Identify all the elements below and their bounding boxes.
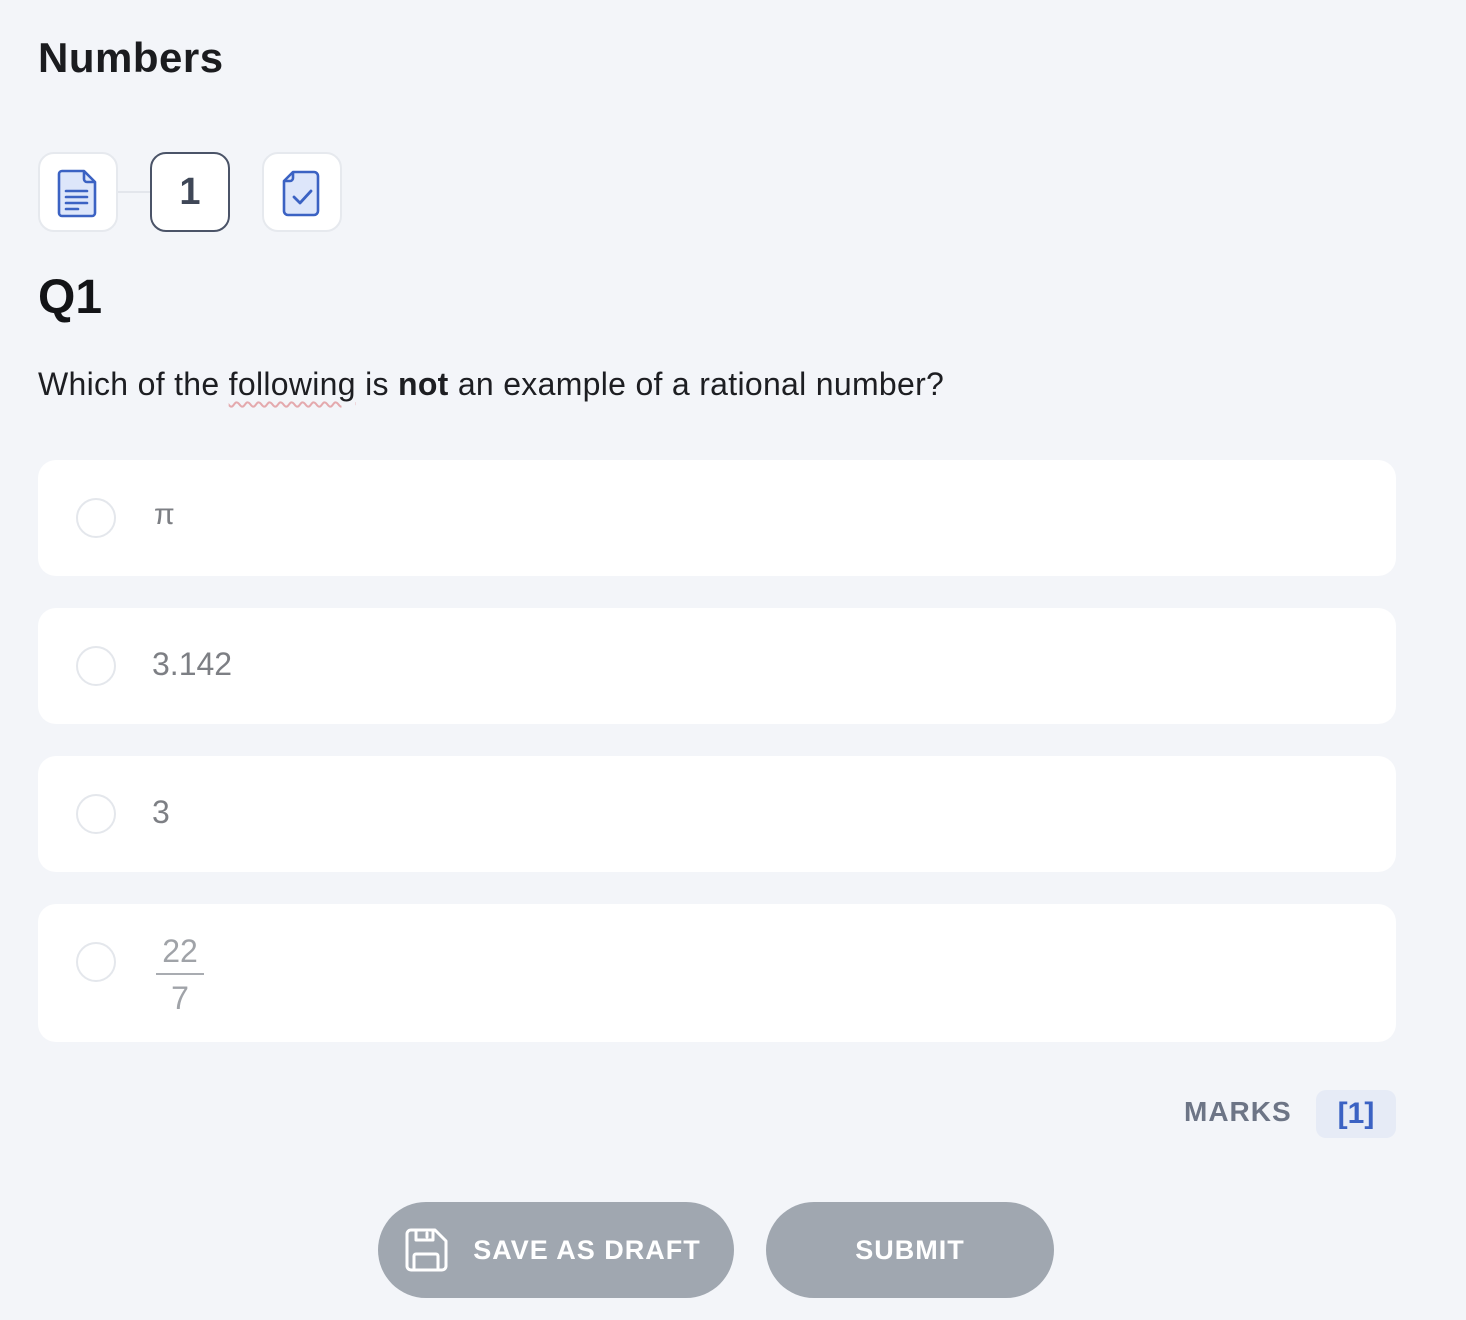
question-text-part: an example of a rational number?: [448, 366, 945, 402]
fraction-bar: [156, 973, 204, 975]
clipboard-check-icon: [282, 170, 320, 217]
step-review[interactable]: [262, 152, 342, 232]
radio-button[interactable]: [76, 794, 116, 834]
save-as-draft-label: SAVE AS DRAFT: [473, 1234, 701, 1265]
step-number: 1: [179, 170, 201, 213]
option-label: π: [154, 498, 175, 531]
page-title: Numbers: [38, 34, 224, 81]
radio-button[interactable]: [76, 942, 116, 982]
step-instructions[interactable]: [38, 152, 118, 232]
question-text-part: Which of the: [38, 366, 229, 402]
question-number: Q1: [38, 271, 103, 324]
step-question-1[interactable]: 1: [150, 152, 230, 232]
document-icon: [57, 169, 97, 218]
answer-option-pi[interactable]: π: [38, 460, 1396, 576]
fraction: 22 7: [156, 932, 204, 1017]
submit-button[interactable]: SUBMIT: [766, 1202, 1054, 1298]
option-label: 3: [152, 794, 170, 830]
question-emphasis: not: [397, 366, 449, 402]
assessment-page: Numbers 1 Q1 Which of the following is n…: [0, 0, 1466, 1320]
save-icon: [405, 1228, 448, 1272]
save-as-draft-button[interactable]: SAVE AS DRAFT: [378, 1202, 734, 1298]
question-stepper: 1: [38, 152, 342, 232]
option-label: 3.142: [152, 646, 233, 682]
spellcheck-word: following: [228, 366, 356, 402]
answer-option-3-142[interactable]: 3.142: [38, 608, 1396, 724]
radio-button[interactable]: [76, 498, 116, 538]
fraction-numerator: 22: [162, 933, 198, 969]
answer-option-3[interactable]: 3: [38, 756, 1396, 872]
submit-label: SUBMIT: [855, 1234, 965, 1265]
answer-option-22-over-7[interactable]: 22 7: [38, 904, 1396, 1042]
question-text: Which of the following is not an example…: [38, 366, 944, 403]
radio-button[interactable]: [76, 646, 116, 686]
fraction-denominator: 7: [171, 980, 189, 1016]
marks-badge: [1]: [1316, 1090, 1396, 1138]
question-text-part: is: [355, 366, 398, 402]
marks-label: MARKS: [1184, 1096, 1292, 1127]
